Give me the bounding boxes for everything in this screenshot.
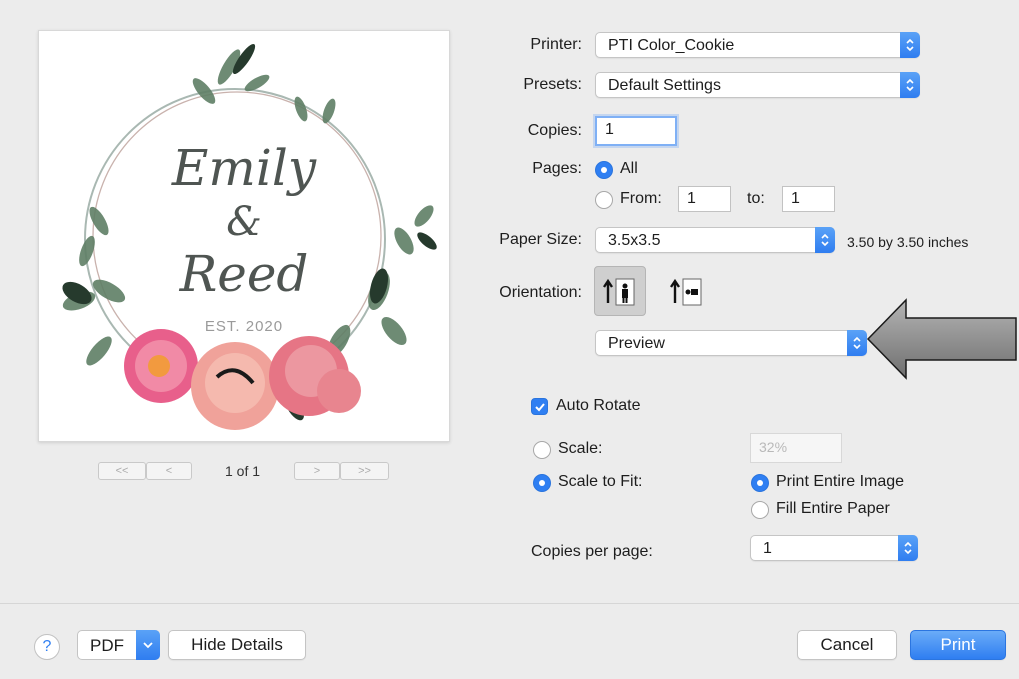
- copies-per-page-value: 1: [763, 540, 772, 557]
- print-button[interactable]: Print: [910, 630, 1006, 660]
- pdf-label: PDF: [90, 636, 124, 655]
- pages-from-field[interactable]: 1: [678, 186, 731, 212]
- print-entire-image-radio[interactable]: [751, 474, 769, 492]
- pages-to-label: to:: [747, 190, 765, 207]
- presets-value: Default Settings: [608, 77, 721, 94]
- scale-label: Scale:: [558, 440, 603, 457]
- chevron-down-icon: [136, 630, 160, 660]
- print-entire-image-label: Print Entire Image: [776, 473, 905, 490]
- paper-size-label: Paper Size:: [499, 231, 582, 248]
- section-menu-popup[interactable]: Preview: [595, 330, 867, 356]
- scale-field[interactable]: 32%: [750, 433, 842, 463]
- copies-per-page-label: Copies per page:: [531, 543, 653, 560]
- previous-page-button[interactable]: <: [146, 462, 192, 480]
- paper-dimensions: 3.50 by 3.50 inches: [847, 234, 969, 250]
- first-page-button[interactable]: <<: [98, 462, 146, 480]
- section-menu-value: Preview: [608, 335, 665, 352]
- orientation-label: Orientation:: [499, 284, 582, 301]
- pages-range-radio[interactable]: [595, 191, 613, 209]
- next-page-button[interactable]: >: [294, 462, 340, 480]
- print-preview: Emily & Reed EST. 2020: [38, 30, 450, 442]
- up-down-chevron-icon: [900, 72, 920, 98]
- portrait-orientation-icon: [603, 278, 635, 306]
- printer-label: Printer:: [530, 36, 582, 53]
- last-page-button[interactable]: >>: [340, 462, 389, 480]
- pages-all-radio[interactable]: [595, 161, 613, 179]
- presets-popup[interactable]: Default Settings: [595, 72, 920, 98]
- landscape-orientation-icon: [670, 278, 702, 306]
- pdf-menu-button[interactable]: PDF: [77, 630, 160, 660]
- up-down-chevron-icon: [898, 535, 918, 561]
- printer-value: PTI Color_Cookie: [608, 37, 735, 54]
- ampersand: &: [226, 199, 262, 245]
- portrait-orientation-button[interactable]: [594, 266, 646, 316]
- copies-field[interactable]: 1: [595, 116, 677, 146]
- presets-label: Presets:: [523, 76, 582, 93]
- paper-size-value: 3.5x3.5: [608, 232, 661, 249]
- up-down-chevron-icon: [815, 227, 835, 253]
- fill-entire-paper-label: Fill Entire Paper: [776, 500, 890, 517]
- pages-to-field[interactable]: 1: [782, 186, 835, 212]
- name-line-2: Reed: [179, 245, 309, 303]
- hide-details-button[interactable]: Hide Details: [168, 630, 306, 660]
- paper-size-popup[interactable]: 3.5x3.5: [595, 227, 835, 253]
- est-text: EST. 2020: [204, 318, 284, 335]
- up-down-chevron-icon: [847, 330, 867, 356]
- help-button[interactable]: ?: [34, 634, 60, 660]
- page-indicator: 1 of 1: [225, 463, 261, 479]
- copies-per-page-popup[interactable]: 1: [750, 535, 918, 561]
- pages-all-label: All: [620, 160, 638, 177]
- fill-entire-paper-radio[interactable]: [751, 501, 769, 519]
- checkmark-icon: [535, 403, 545, 412]
- copies-label: Copies:: [527, 122, 582, 139]
- name-line-1: Emily: [171, 139, 317, 197]
- pages-from-label: From:: [620, 190, 662, 207]
- pages-label: Pages:: [532, 160, 582, 177]
- scale-to-fit-radio[interactable]: [533, 474, 551, 492]
- footer-divider: [0, 603, 1019, 604]
- scale-to-fit-label: Scale to Fit:: [558, 473, 643, 490]
- auto-rotate-checkbox[interactable]: [531, 398, 548, 415]
- pointer-arrow-icon: [866, 298, 1017, 380]
- printer-popup[interactable]: PTI Color_Cookie: [595, 32, 920, 58]
- up-down-chevron-icon: [900, 32, 920, 58]
- cancel-button[interactable]: Cancel: [797, 630, 897, 660]
- landscape-orientation-button[interactable]: [661, 266, 713, 316]
- auto-rotate-label: Auto Rotate: [556, 397, 641, 414]
- scale-radio[interactable]: [533, 441, 551, 459]
